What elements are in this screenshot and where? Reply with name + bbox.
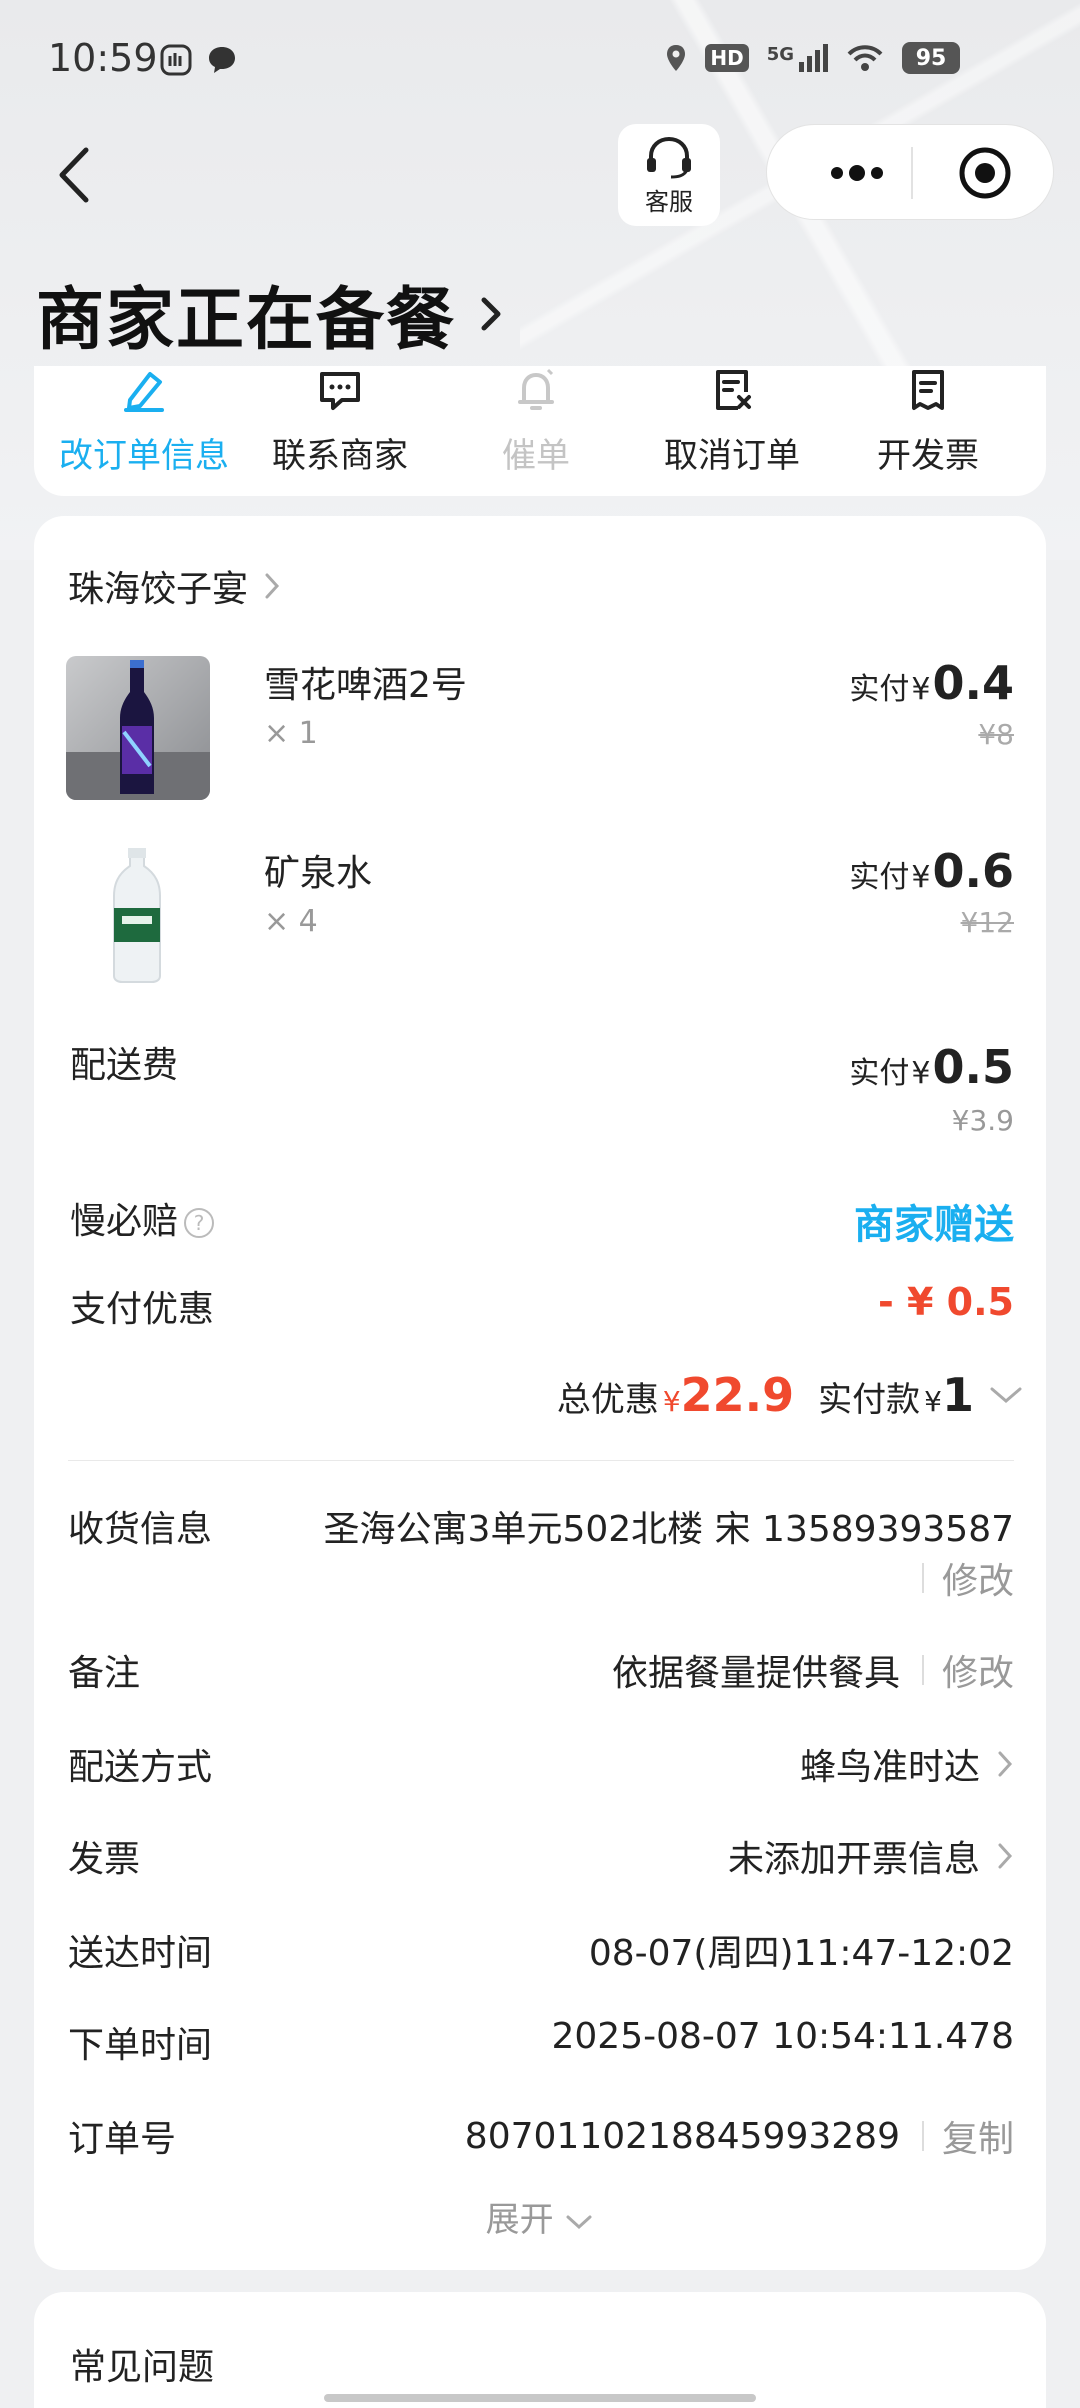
cancel-order-button[interactable]: 取消订单 — [634, 366, 830, 477]
shop-name-link[interactable]: 珠海饺子宴 — [68, 560, 282, 612]
edit-address-button[interactable]: 修改 — [942, 1552, 1014, 1604]
item-original-price: ¥8 — [978, 718, 1014, 751]
item-quantity: × 1 — [264, 716, 318, 751]
headset-icon — [647, 136, 691, 178]
delivery-method-row[interactable]: 蜂鸟准时达 — [800, 1738, 1014, 1790]
delivery-time-value: 08-07(周四)11:47-12:02 — [588, 1933, 1014, 1974]
customer-service-button[interactable]: 客服 — [618, 124, 720, 226]
location-icon — [667, 45, 686, 71]
total-paid: 1 — [941, 1368, 974, 1422]
chevron-down-icon — [566, 2215, 592, 2229]
item-original-price: ¥12 — [960, 906, 1014, 939]
invoice-label: 发票 — [68, 1839, 141, 1880]
remark-value: 依据餐量提供餐具 — [611, 1653, 900, 1694]
customer-service-label: 客服 — [645, 187, 693, 216]
delivery-fee-label: 配送费 — [70, 1045, 179, 1086]
battery-indicator: 95 — [902, 42, 960, 74]
contact-merchant-button[interactable]: 联系商家 — [242, 366, 438, 477]
status-bar: 10:59 HD 5G 95 — [0, 0, 1080, 124]
cancel-doc-icon — [716, 370, 751, 410]
slow-compensation-label: 慢必赔? — [70, 1192, 215, 1244]
address-value: 圣海公寓3单元502北楼 宋 13589393587 — [323, 1509, 1014, 1550]
order-item: 雪花啤酒2号 × 1 实付 ¥ 0.4 ¥8 — [66, 656, 1014, 806]
order-time-label: 下单时间 — [68, 2025, 213, 2066]
payment-discount-label: 支付优惠 — [70, 1289, 215, 1330]
item-paid-price: 实付 ¥ 0.6 — [849, 844, 1014, 898]
chevron-right-icon — [265, 573, 280, 599]
payment-discount-value: - ¥ 0.5 — [878, 1280, 1014, 1324]
faq-title: 常见问题 — [70, 2347, 215, 2388]
wifi-icon — [847, 45, 883, 71]
edit-icon — [124, 372, 164, 412]
signal-icon: 5G — [767, 44, 828, 72]
back-button[interactable] — [40, 140, 110, 210]
chevron-right-icon — [998, 1843, 1013, 1869]
address-label: 收货信息 — [68, 1509, 213, 1550]
order-item: 矿泉水 × 4 实付 ¥ 0.6 ¥12 — [66, 844, 1014, 994]
more-icon[interactable] — [807, 155, 907, 191]
message-notification-icon — [209, 47, 235, 73]
order-number-label: 订单号 — [68, 2119, 177, 2160]
item-name: 矿泉水 — [264, 853, 373, 894]
copy-order-number-button[interactable]: 复制 — [942, 2110, 1014, 2162]
order-status-title[interactable]: 商家正在备餐 — [36, 264, 504, 363]
order-actions-card: 改订单信息 联系商家 催单 取消订单 开发票 — [34, 366, 1046, 496]
invoice-button[interactable]: 开发票 — [830, 366, 1026, 477]
invoice-icon — [912, 370, 944, 410]
invoice-row[interactable]: 未添加开票信息 — [728, 1830, 1014, 1882]
chevron-right-icon — [998, 1751, 1013, 1777]
order-time-value: 2025-08-07 10:54:11.478 — [551, 2016, 1015, 2057]
item-quantity: × 4 — [264, 904, 318, 939]
delivery-fee-original: ¥3.9 — [951, 1104, 1014, 1137]
delivery-time-label: 送达时间 — [68, 1933, 213, 1974]
hd-icon: HD — [705, 44, 749, 72]
edit-remark-button[interactable]: 修改 — [942, 1644, 1014, 1696]
order-totals[interactable]: 总优惠 ¥ 22.9 实付款 ¥ 1 — [557, 1368, 1024, 1422]
order-detail-card: 珠海饺子宴 雪花啤酒2号 × 1 实付 ¥ 0.4 ¥8 矿泉水 × 4 实付 … — [34, 516, 1046, 2270]
close-mini-program-icon[interactable] — [957, 145, 1013, 201]
status-time: 10:59 — [48, 36, 158, 80]
help-icon[interactable]: ? — [184, 1208, 215, 1238]
item-name: 雪花啤酒2号 — [264, 665, 467, 706]
slow-compensation-value: 商家赠送 — [854, 1202, 1014, 1248]
expand-button[interactable]: 展开 — [34, 2192, 1046, 2241]
order-number-value: 8070110218845993289 — [464, 2115, 900, 2157]
beer-product-image — [66, 656, 210, 800]
item-paid-price: 实付 ¥ 0.4 — [849, 656, 1014, 710]
app-notification-icon — [160, 44, 192, 76]
mini-program-capsule — [766, 124, 1054, 220]
invoice-value: 未添加开票信息 — [727, 1839, 980, 1880]
home-indicator[interactable] — [324, 2394, 756, 2402]
edit-order-button[interactable]: 改订单信息 — [46, 366, 242, 477]
total-discount: 22.9 — [680, 1368, 795, 1422]
urge-order-button[interactable]: 催单 — [438, 366, 634, 477]
delivery-method-value: 蜂鸟准时达 — [799, 1747, 980, 1788]
bell-icon — [518, 368, 554, 410]
chevron-right-icon — [481, 297, 501, 330]
chat-icon — [320, 372, 360, 410]
remark-label: 备注 — [68, 1653, 141, 1694]
chevron-down-icon — [990, 1387, 1022, 1403]
water-product-image — [66, 844, 210, 988]
faq-card[interactable]: 常见问题 — [34, 2292, 1046, 2408]
delivery-method-label: 配送方式 — [68, 1747, 213, 1788]
delivery-fee-paid: 实付 ¥ 0.5 — [849, 1040, 1014, 1094]
